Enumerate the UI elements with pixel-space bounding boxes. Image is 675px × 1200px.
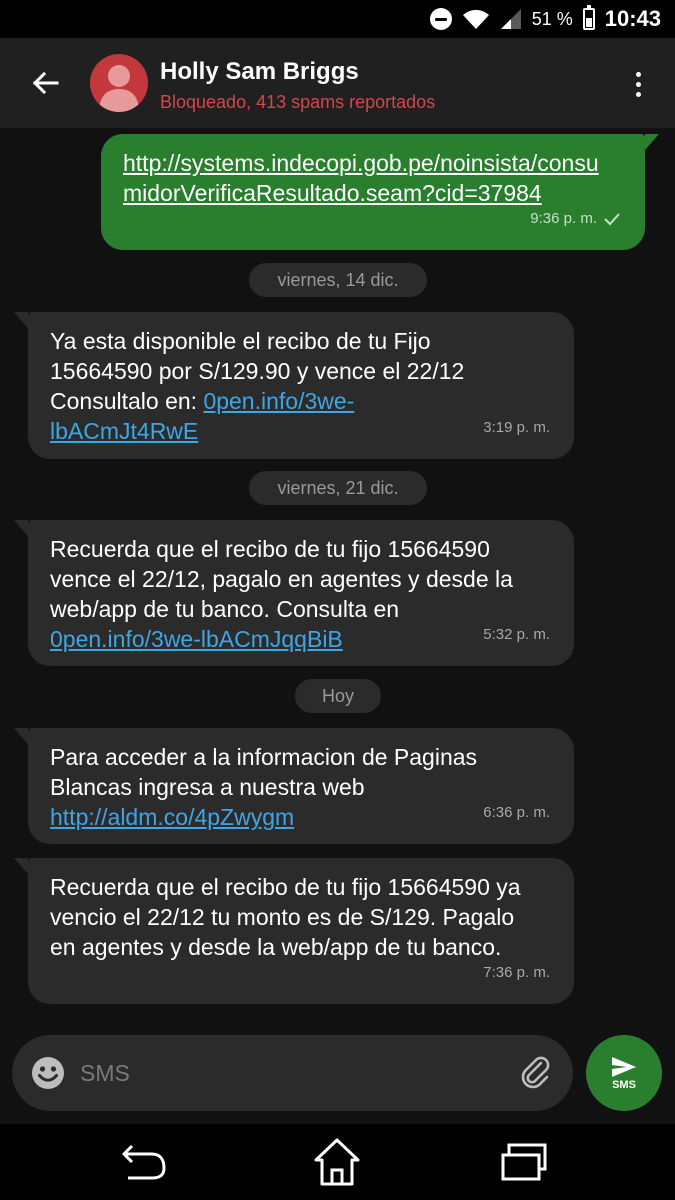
person-icon	[99, 65, 139, 112]
status-icons: 51 % 10:43	[429, 0, 661, 38]
conversation-app-bar: Holly Sam Briggs Bloqueado, 413 spams re…	[0, 38, 675, 128]
date-chip: viernes, 21 dic.	[249, 471, 427, 505]
message-link[interactable]: http://systems.indecopi.gob.pe/noinsista…	[123, 150, 599, 206]
back-nav-icon	[121, 1144, 166, 1180]
emoji-icon[interactable]	[30, 1055, 66, 1091]
cellular-signal-icon	[500, 9, 521, 29]
date-chip: Hoy	[295, 679, 381, 713]
contact-avatar[interactable]	[90, 54, 148, 112]
wifi-icon	[462, 9, 489, 29]
message-link[interactable]: 0pen.info/3we-lbACmJqqBiB	[50, 626, 343, 652]
home-icon	[314, 1138, 360, 1186]
message-time: 5:32 p. m.	[483, 626, 550, 643]
status-bar: 51 % 10:43	[0, 0, 675, 38]
sms-input[interactable]	[80, 1053, 500, 1093]
send-button[interactable]: SMS	[586, 1035, 662, 1111]
message-time: 6:36 p. m.	[483, 804, 550, 821]
incoming-message[interactable]: Recuerda que el recibo de tu fijo 156645…	[14, 858, 574, 1004]
compose-bar	[12, 1035, 573, 1111]
more-vert-icon	[635, 71, 641, 77]
incoming-message[interactable]: Recuerda que el recibo de tu fijo 156645…	[14, 520, 574, 666]
battery-percent: 51 %	[531, 8, 573, 29]
date-chip: viernes, 14 dic.	[249, 263, 427, 297]
recents-icon	[501, 1143, 547, 1181]
message-text: Recuerda que el recibo de tu fijo 156645…	[50, 536, 513, 622]
back-button[interactable]	[22, 60, 68, 106]
check-icon	[604, 213, 620, 226]
message-text: Para acceder a la informacion de Paginas…	[50, 744, 478, 800]
nav-back-button[interactable]	[114, 1132, 174, 1192]
arrow-back-icon	[32, 71, 59, 95]
clock: 10:43	[604, 6, 661, 31]
battery-icon	[582, 5, 595, 30]
contact-status: Bloqueado, 413 spams reportados	[160, 92, 436, 112]
message-thread[interactable]: http://systems.indecopi.gob.pe/noinsista…	[0, 128, 675, 1033]
message-time: 7:36 p. m.	[483, 964, 550, 981]
message-time: 9:36 p. m.	[530, 204, 621, 234]
message-time: 3:19 p. m.	[483, 419, 550, 436]
send-icon	[612, 1056, 636, 1077]
nav-home-button[interactable]	[307, 1132, 367, 1192]
message-link[interactable]: http://aldm.co/4pZwygm	[50, 804, 294, 830]
incoming-message[interactable]: Para acceder a la informacion de Paginas…	[14, 728, 574, 844]
send-label: SMS	[612, 1078, 636, 1091]
navigation-bar	[0, 1124, 675, 1200]
more-options-button[interactable]	[623, 64, 653, 104]
nav-recents-button[interactable]	[494, 1132, 554, 1192]
contact-name: Holly Sam Briggs	[160, 58, 359, 85]
outgoing-message[interactable]: http://systems.indecopi.gob.pe/noinsista…	[101, 134, 659, 250]
do-not-disturb-icon	[429, 8, 452, 30]
incoming-message[interactable]: Ya esta disponible el recibo de tu Fijo …	[14, 312, 574, 459]
message-text: Recuerda que el recibo de tu fijo 156645…	[50, 874, 521, 960]
paperclip-icon[interactable]	[519, 1055, 553, 1091]
